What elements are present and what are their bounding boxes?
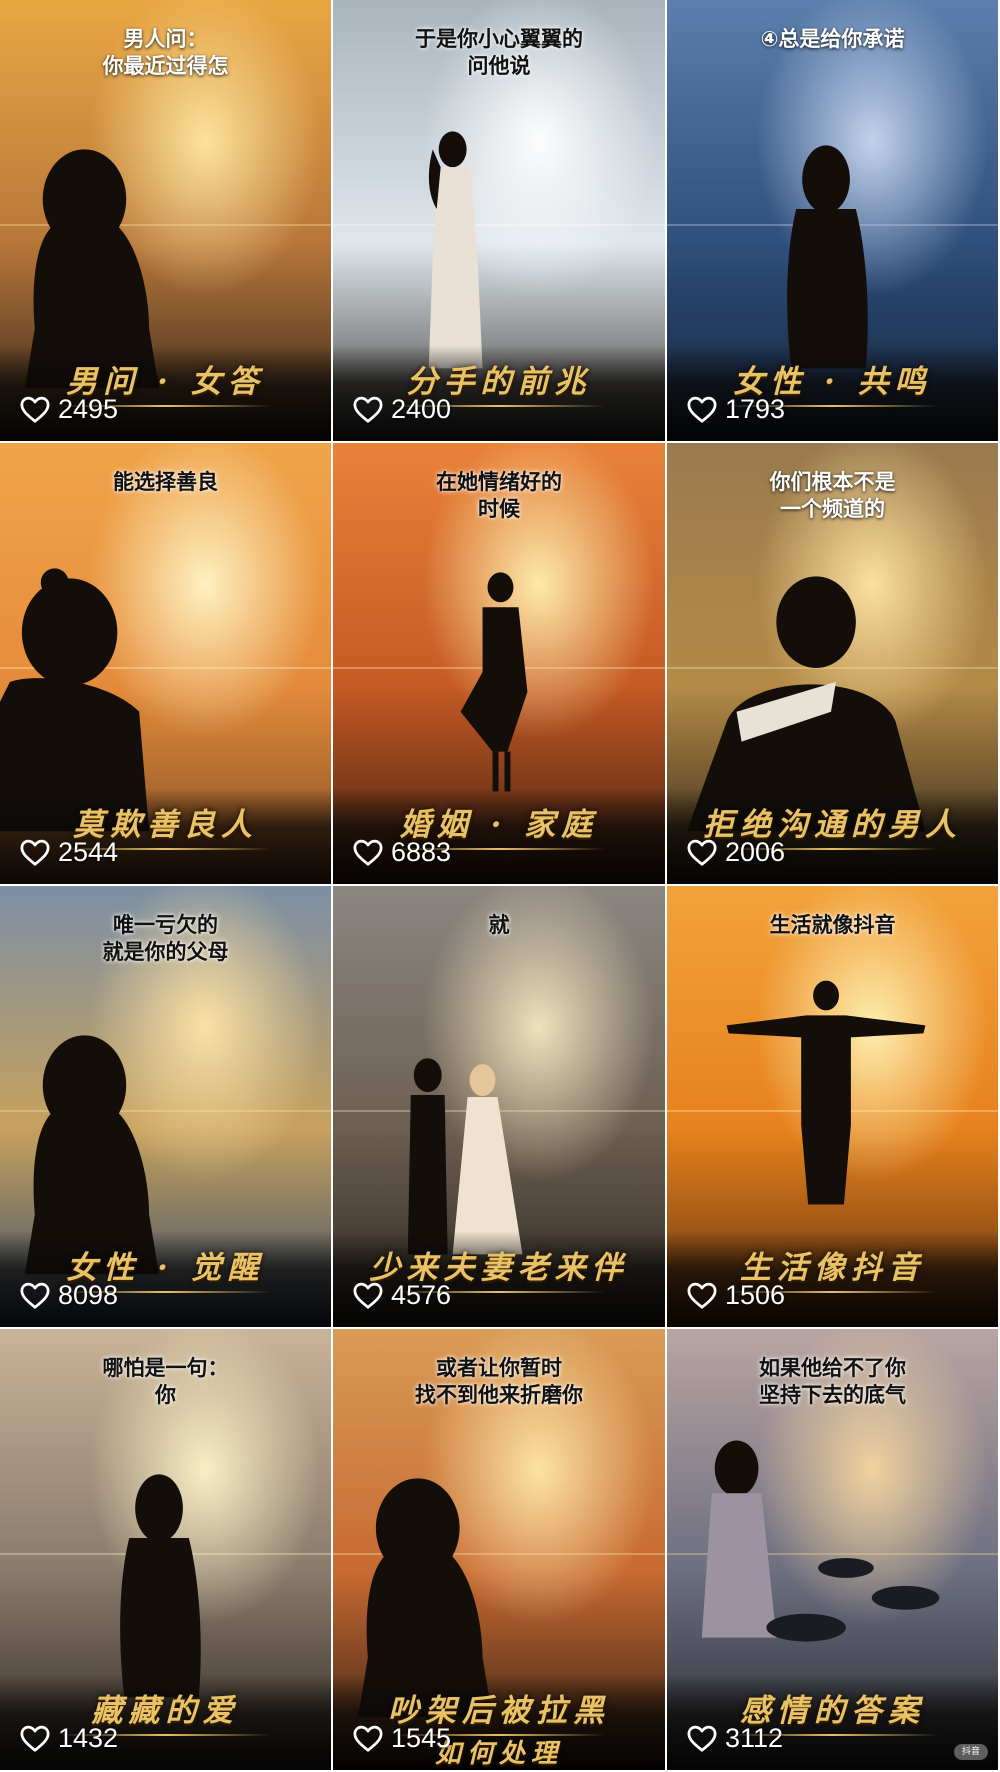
like-count[interactable]: 1432 [20,1723,118,1754]
video-tile[interactable]: 于是你小心翼翼的 问他说 分手的前兆 2400 [333,0,667,443]
like-count-value: 1793 [725,394,786,424]
video-headline: 能选择善良 [113,470,218,494]
heart-outline-icon [687,839,717,866]
like-count-value: 1506 [725,1280,786,1310]
like-count[interactable]: 4576 [353,1280,451,1311]
video-tile[interactable]: 就少来夫妻老来伴 4576 [333,886,667,1329]
video-tile[interactable]: 唯一亏欠的 就是你的父母 女性 · 觉醒 8098 [0,886,333,1329]
like-count-value: 2495 [58,394,119,424]
like-count[interactable]: 6883 [353,837,451,868]
like-count-value: 2400 [391,394,452,424]
video-grid: 男人问： 你最近过得怎 男问 · 女答 2495 于是你小心翼翼的 问他说 分手… [0,0,1000,1772]
video-tile[interactable]: 哪怕是一句： 你藏藏的爱 1432 [0,1329,333,1772]
video-headline: 如果他给不了你 坚持下去的底气 [759,1356,906,1407]
like-count[interactable]: 2400 [353,394,451,425]
video-tile[interactable]: 你们根本不是 一个频道的 拒绝沟通的男人 2006 [667,443,1000,886]
video-headline: 于是你小心翼翼的 问他说 [415,27,583,78]
heart-outline-icon [353,839,383,866]
heart-outline-icon [687,1282,717,1309]
video-headline: 就 [488,913,510,937]
heart-outline-icon [20,1282,50,1309]
heart-outline-icon [353,1282,383,1309]
like-count-value: 2006 [725,837,786,867]
like-count[interactable]: 2006 [687,837,785,868]
like-count[interactable]: 1545 [353,1723,451,1754]
video-tile[interactable]: 能选择善良 莫欺善良人 2544 [0,443,333,886]
video-headline: ④总是给你承诺 [760,27,905,51]
like-count[interactable]: 3112 [687,1723,783,1754]
video-headline: 或者让你暂时 找不到他来折磨你 [415,1356,583,1407]
video-tile[interactable]: 或者让你暂时 找不到他来折磨你 吵架后被拉黑 如何处理 1545 [333,1329,667,1772]
heart-outline-icon [20,839,50,866]
like-count[interactable]: 2495 [20,394,118,425]
like-count-value: 6883 [391,837,452,867]
like-count[interactable]: 1506 [687,1280,785,1311]
like-count[interactable]: 1793 [687,394,785,425]
video-headline: 在她情绪好的 时候 [436,470,562,521]
like-count[interactable]: 2544 [20,837,118,868]
heart-outline-icon [20,396,50,423]
heart-outline-icon [687,396,717,423]
watermark-badge: 抖音 [954,1744,988,1760]
video-headline: 哪怕是一句： 你 [102,1356,229,1407]
heart-outline-icon [353,396,383,423]
like-count-value: 1432 [58,1723,119,1753]
like-count-value: 2544 [58,837,119,867]
like-count-value: 1545 [391,1723,452,1753]
video-headline: 唯一亏欠的 就是你的父母 [102,913,229,964]
video-tile[interactable]: 在她情绪好的 时候 婚姻 · 家庭 6883 [333,443,667,886]
heart-outline-icon [353,1725,383,1752]
like-count-value: 3112 [725,1723,784,1753]
like-count[interactable]: 8098 [20,1280,118,1311]
video-tile[interactable]: 生活就像抖音 生活像抖音 1506 [667,886,1000,1329]
video-headline: 生活就像抖音 [769,913,896,937]
heart-outline-icon [687,1725,717,1752]
video-headline: 男人问： 你最近过得怎 [102,27,229,78]
heart-outline-icon [20,1725,50,1752]
video-headline: 你们根本不是 一个频道的 [769,470,896,521]
video-tile[interactable]: 男人问： 你最近过得怎 男问 · 女答 2495 [0,0,333,443]
video-tile[interactable]: ④总是给你承诺 女性 · 共鸣 1793 [667,0,1000,443]
like-count-value: 8098 [58,1280,119,1310]
video-tile[interactable]: 如果他给不了你 坚持下去的底气 感情的答案 3112 抖音 [667,1329,1000,1772]
like-count-value: 4576 [391,1280,452,1310]
